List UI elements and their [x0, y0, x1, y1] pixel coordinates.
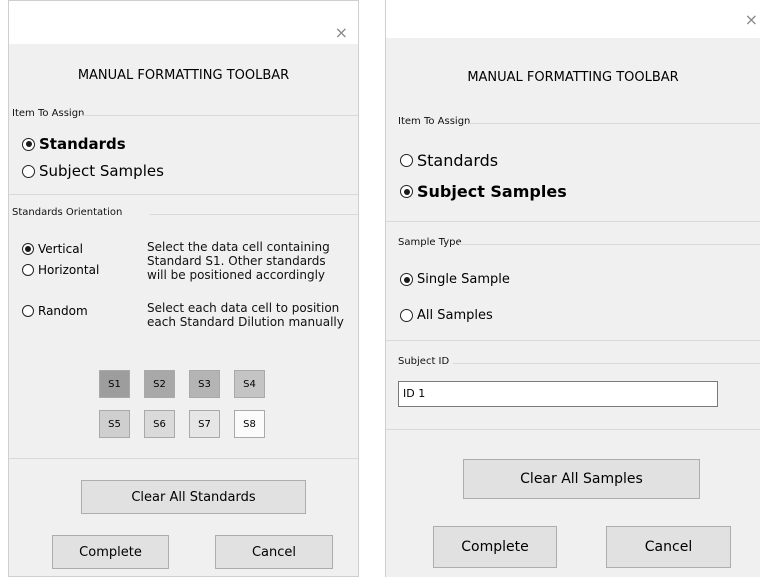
right-subject-samples-label: Subject Samples — [417, 182, 567, 201]
radio-unselected-icon[interactable] — [400, 154, 413, 167]
left-horizontal-label: Horizontal — [38, 263, 100, 277]
single-sample-radio-option[interactable]: Single Sample — [400, 272, 510, 287]
left-standards-label: Standards — [39, 135, 126, 153]
right-cancel-button[interactable]: Cancel — [606, 526, 731, 568]
all-samples-label: All Samples — [417, 308, 493, 323]
right-item-group-rule — [469, 123, 760, 124]
standard-s4-button[interactable]: S4 — [234, 370, 265, 398]
left-separator — [9, 458, 358, 459]
radio-unselected-icon[interactable] — [22, 305, 34, 317]
standard-s7-button[interactable]: S7 — [189, 410, 220, 438]
left-item-group-rule — [82, 115, 358, 116]
left-vertical-label: Vertical — [38, 242, 83, 256]
standard-s5-button[interactable]: S5 — [99, 410, 130, 438]
left-standards-radio-option[interactable]: Standards — [22, 135, 126, 153]
standard-s6-button[interactable]: S6 — [144, 410, 175, 438]
right-subject-samples-radio-option[interactable]: Subject Samples — [400, 182, 567, 201]
left-separator — [9, 194, 358, 195]
sample-type-label: Sample Type — [398, 237, 462, 248]
single-sample-label: Single Sample — [417, 272, 510, 287]
radio-unselected-icon[interactable] — [22, 164, 35, 178]
sample-type-group-rule — [459, 244, 760, 245]
left-random-radio-option[interactable]: Random — [22, 304, 88, 318]
clear-all-standards-button[interactable]: Clear All Standards — [81, 480, 306, 514]
left-complete-button[interactable]: Complete — [52, 535, 169, 569]
left-random-label: Random — [38, 304, 88, 318]
right-standards-label: Standards — [417, 151, 499, 170]
description-line: will be positioned accordingly — [147, 268, 326, 282]
left-horizontal-radio-option[interactable]: Horizontal — [22, 263, 99, 277]
subject-id-group-rule — [453, 363, 760, 364]
description-line: Standard S1. Other standards — [147, 254, 326, 268]
all-samples-radio-option[interactable]: All Samples — [400, 308, 493, 323]
description-line: Select each data cell to position — [147, 301, 340, 315]
left-toolbar-title: MANUAL FORMATTING TOOLBAR — [77, 68, 290, 83]
right-standards-radio-option[interactable]: Standards — [400, 151, 498, 170]
description-line: Select the data cell containing — [147, 240, 330, 254]
right-separator — [386, 429, 760, 430]
radio-selected-icon[interactable] — [22, 243, 34, 255]
left-orientation-group-rule — [150, 214, 358, 215]
left-random-description: Select each data cell to position each S… — [147, 301, 344, 329]
close-icon[interactable]: × — [335, 23, 348, 42]
right-complete-button[interactable]: Complete — [433, 526, 557, 568]
description-line: each Standard Dilution manually — [147, 315, 344, 329]
left-subject-samples-label: Subject Samples — [39, 162, 164, 180]
radio-unselected-icon[interactable] — [400, 309, 413, 322]
left-item-to-assign-label: Item To Assign — [12, 108, 85, 119]
right-item-to-assign-label: Item To Assign — [398, 116, 471, 127]
standard-s2-button[interactable]: S2 — [144, 370, 175, 398]
subject-id-input[interactable]: ID 1 — [398, 381, 718, 407]
right-title-bar: × — [386, 0, 760, 38]
radio-selected-icon[interactable] — [400, 273, 413, 286]
close-icon[interactable]: × — [745, 10, 758, 29]
left-standards-orientation-label: Standards Orientation — [12, 207, 123, 218]
standard-s8-button[interactable]: S8 — [234, 410, 265, 438]
radio-selected-icon[interactable] — [22, 137, 35, 151]
radio-unselected-icon[interactable] — [22, 264, 34, 276]
right-toolbar-window: × MANUAL FORMATTING TOOLBAR Item To Assi… — [385, 0, 760, 577]
left-cancel-button[interactable]: Cancel — [215, 535, 333, 569]
standard-s3-button[interactable]: S3 — [189, 370, 220, 398]
left-orientation-description: Select the data cell containing Standard… — [147, 240, 330, 282]
left-subject-samples-radio-option[interactable]: Subject Samples — [22, 162, 164, 180]
subject-id-label: Subject ID — [398, 356, 450, 367]
right-toolbar-title: MANUAL FORMATTING TOOLBAR — [467, 70, 679, 85]
right-separator — [386, 340, 760, 341]
clear-all-samples-button[interactable]: Clear All Samples — [463, 459, 700, 499]
radio-selected-icon[interactable] — [400, 185, 413, 198]
left-toolbar-window: × MANUAL FORMATTING TOOLBAR Item To Assi… — [8, 0, 359, 577]
left-title-bar: × — [9, 1, 358, 44]
standard-s1-button[interactable]: S1 — [99, 370, 130, 398]
right-separator — [386, 221, 760, 222]
left-vertical-radio-option[interactable]: Vertical — [22, 242, 83, 256]
